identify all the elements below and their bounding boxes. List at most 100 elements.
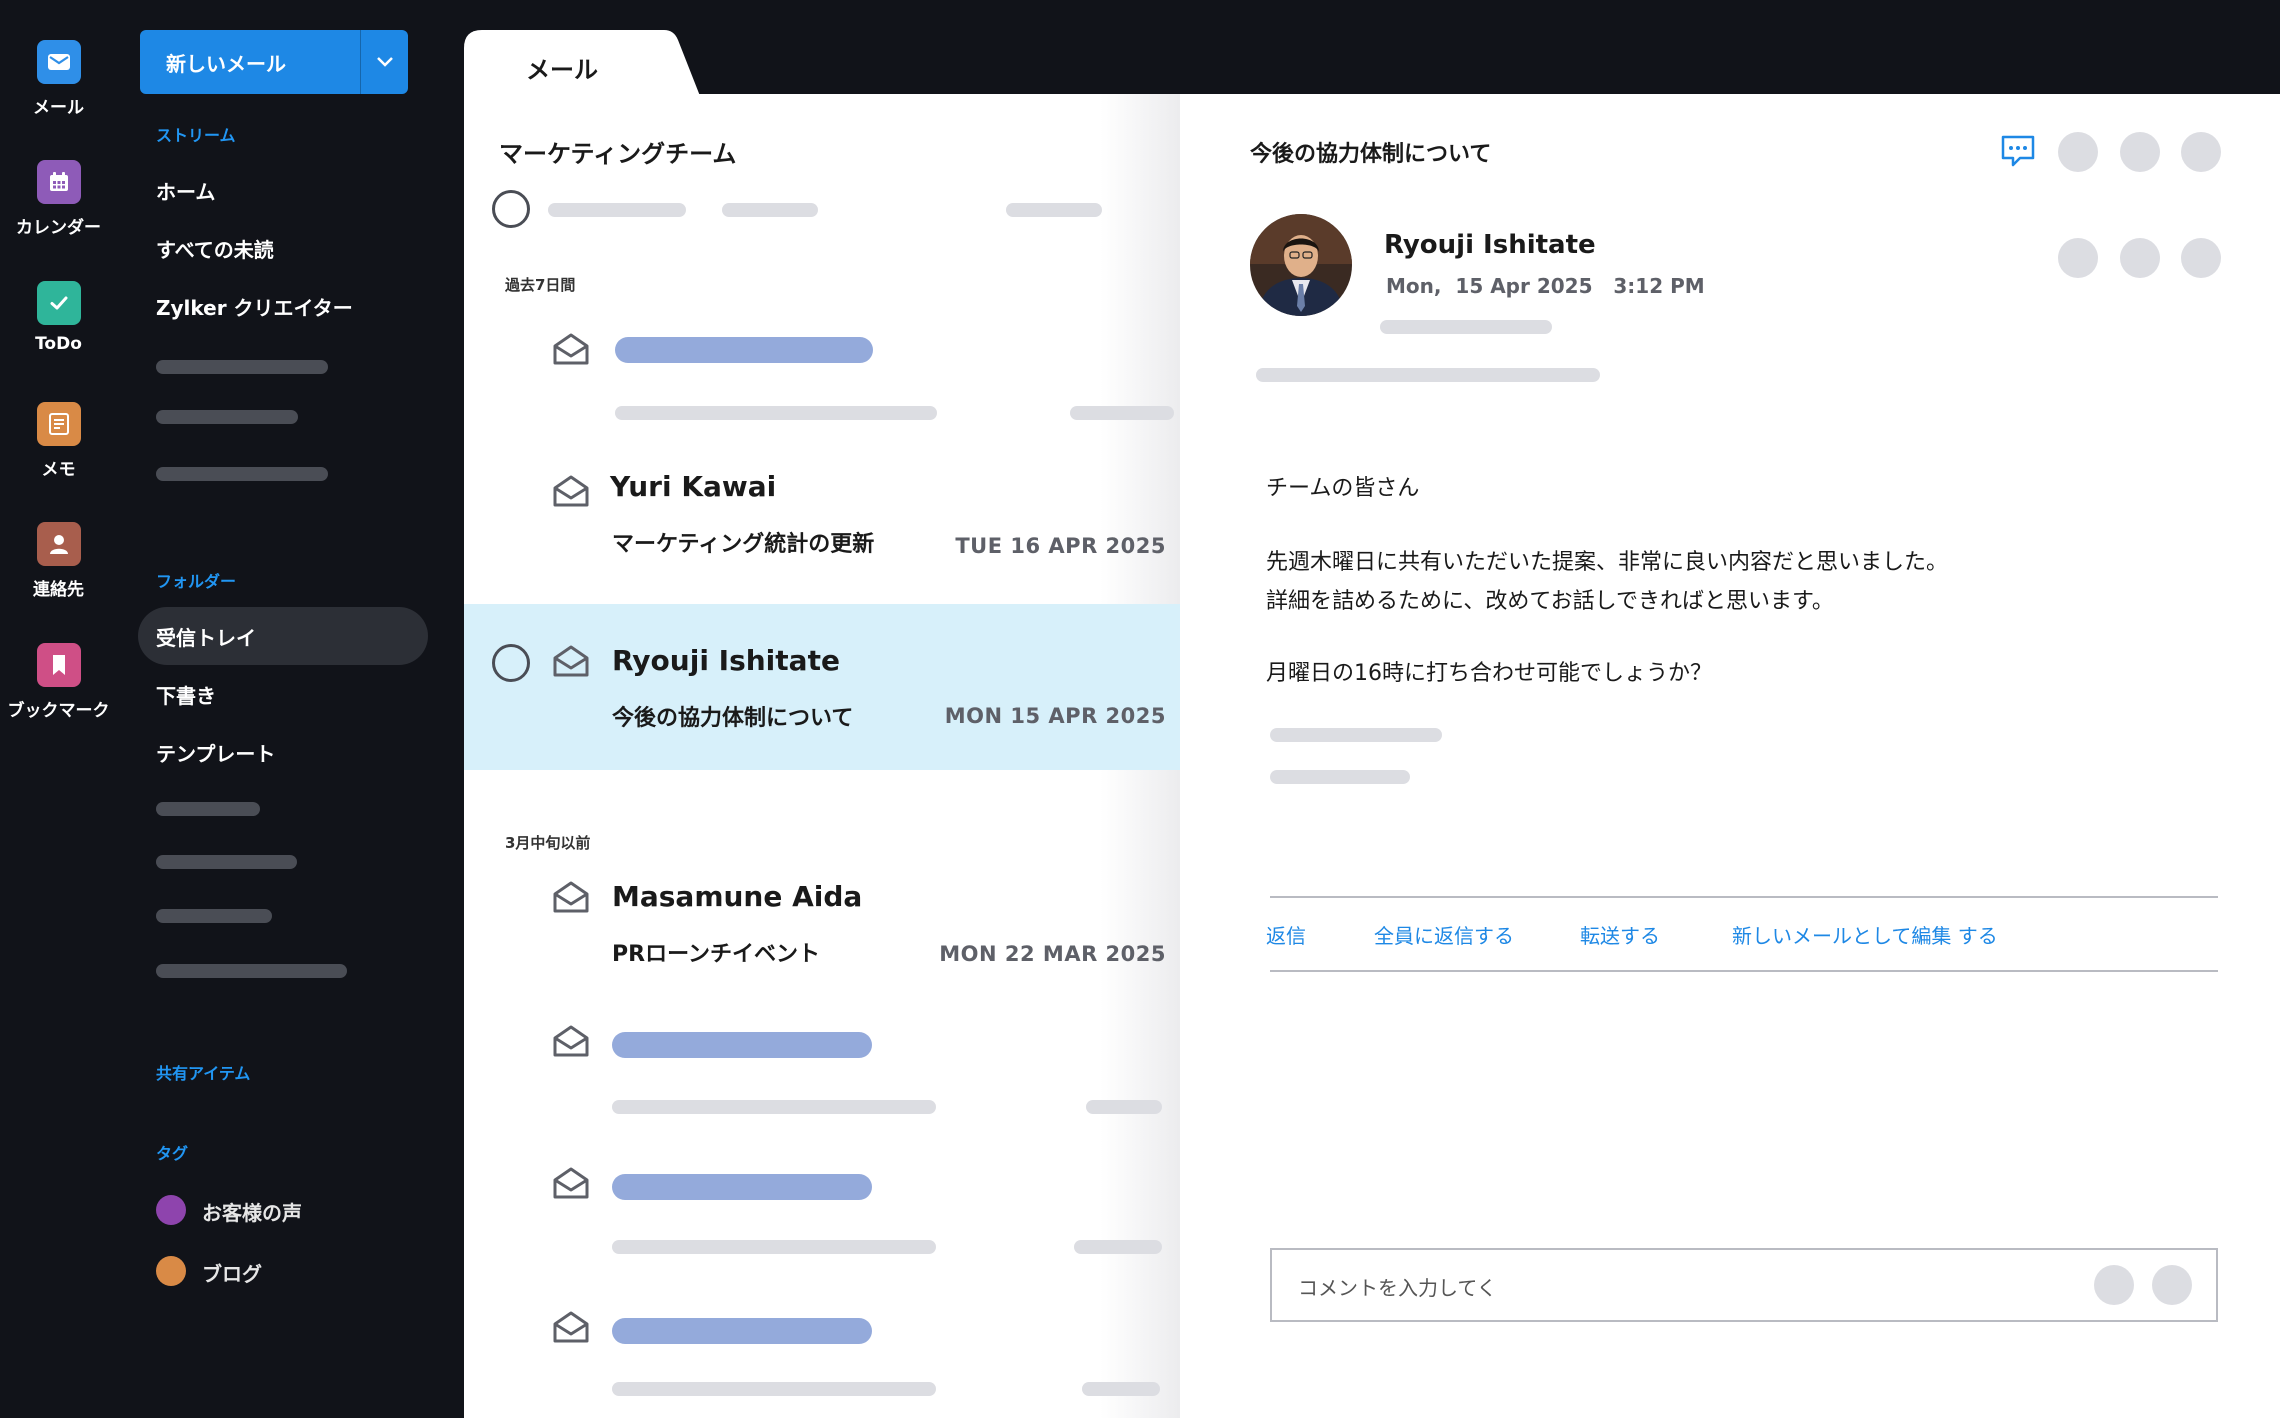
folders-heading: フォルダー [156,572,237,591]
email-body-line: 先週木曜日に共有いただいた提案、非常に良い内容だと思いました。 [1266,550,1949,575]
placeholder-bar [156,467,328,481]
placeholder-bar [1086,1100,1162,1114]
rail-notes-label: メモ [41,460,76,480]
sidebar-item-inbox[interactable]: 受信トレイ [156,622,256,651]
message-subject: 今後の協力体制について [612,706,854,731]
envelope-open-icon [553,1167,589,1199]
calendar-icon [36,160,81,204]
rail-todo[interactable]: ToDo [0,281,117,354]
sidebar-item-drafts[interactable]: 下書き [156,680,216,709]
placeholder-bar [612,1032,872,1058]
shared-items-heading[interactable]: 共有アイテム [156,1060,250,1084]
placeholder-bar [1380,320,1552,334]
mail-icon [36,40,81,84]
toolbar-action-button[interactable] [2120,132,2160,172]
reading-pane: 今後の協力体制について Ryouji Ishitate Mon, 15 Apr … [1180,94,2280,1418]
placeholder-bar [156,360,328,374]
email-body-line: 月曜日の16時に打ち合わせ可能でしょうか？ [1266,661,1712,686]
rail-notes[interactable]: メモ [0,402,117,480]
placeholder-bar [615,406,937,420]
reply-button[interactable]: 返信 [1266,920,1306,949]
envelope-open-icon [553,881,589,913]
email-datetime: Mon, 15 Apr 2025 3:12 PM [1386,274,1705,298]
rail-todo-label: ToDo [35,334,82,354]
email-greeting: チームの皆さん [1266,476,1420,501]
email-subject: 今後の協力体制について [1250,142,1492,167]
placeholder-bar [612,1174,872,1200]
placeholder-bar [1006,203,1102,217]
sender-action-button[interactable] [2058,238,2098,278]
placeholder-bar [612,1382,936,1396]
placeholder-bar [156,855,297,869]
envelope-open-icon [553,1311,589,1343]
message-checkbox[interactable] [492,644,530,682]
note-icon [36,402,81,446]
edit-as-new-button[interactable]: 新しいメールとして編集 する [1732,920,1998,949]
contact-icon [36,522,81,566]
rail-calendar[interactable]: カレンダー [0,160,117,238]
select-all-checkbox[interactable] [492,190,530,228]
comment-input[interactable]: コメントを入力してく [1270,1248,2218,1322]
new-mail-label: 新しいメール [166,51,286,76]
toolbar-action-button[interactable] [2058,132,2098,172]
comment-icon[interactable] [2000,134,2036,168]
placeholder-bar [156,802,260,816]
placeholder-bar [548,203,686,217]
check-icon [36,281,81,325]
tab-mail[interactable]: メール [464,30,704,96]
message-subject: PRローンチイベント [612,942,820,967]
message-date: MON 15 APR 2025 [944,704,1166,728]
placeholder-bar [1082,1382,1160,1396]
message-date: MON 22 MAR 2025 [939,942,1166,966]
tags-heading: タグ [156,1144,189,1163]
placeholder-bar [612,1318,872,1344]
placeholder-bar [1074,1240,1162,1254]
message-date: TUE 16 APR 2025 [955,534,1166,558]
comment-send-button[interactable] [2152,1265,2192,1305]
tab-mail-label: メール [526,56,598,84]
sender-avatar [1250,214,1352,316]
rail-contacts[interactable]: 連絡先 [0,522,117,600]
sender-name: Ryouji Ishitate [1384,230,1596,260]
bookmark-icon [36,643,81,687]
reply-all-button[interactable]: 全員に返信する [1374,920,1514,949]
tag-customer-voice[interactable]: お客様の声 [202,1197,302,1226]
chevron-down-icon [376,57,393,67]
email-body-line: 詳細を詰めるために、改めてお話しできればと思います。 [1266,589,1834,614]
list-title: マーケティングチーム [499,140,737,168]
forward-button[interactable]: 転送する [1580,920,1660,949]
envelope-open-icon [553,475,589,507]
message-subject: マーケティング統計の更新 [612,532,875,557]
sidebar-item-home[interactable]: ホーム [156,176,215,205]
placeholder-bar [722,203,818,217]
tag-blog[interactable]: ブログ [202,1258,262,1287]
sidebar-item-templates[interactable]: テンプレート [156,738,275,767]
placeholder-bar [1070,406,1174,420]
envelope-open-icon [553,333,589,365]
message-sender: Ryouji Ishitate [612,644,840,677]
rail-mail-label: メール [33,98,84,118]
placeholder-bar [1270,728,1442,742]
new-mail-dropdown[interactable] [360,30,408,94]
sender-action-button[interactable] [2181,238,2221,278]
placeholder-bar [156,909,272,923]
toolbar-action-button[interactable] [2181,132,2221,172]
message-sender: Masamune Aida [612,880,863,913]
sender-action-button[interactable] [2120,238,2160,278]
new-mail-button[interactable]: 新しいメール [140,30,408,94]
message-sender: Yuri Kawai [610,470,777,503]
placeholder-bar [612,1100,936,1114]
rail-contacts-label: 連絡先 [33,580,84,600]
list-item-selected[interactable] [464,604,1180,770]
rail-mail[interactable]: メール [0,40,117,118]
sidebar-item-zylker-creator[interactable]: Zylker クリエイター [156,292,353,321]
placeholder-bar [612,1240,936,1254]
comment-placeholder: コメントを入力してく [1298,1276,1497,1300]
stream-heading: ストリーム [156,126,236,145]
reply-actions-bar: 返信 全員に返信する 転送する 新しいメールとして編集 する [1266,896,2218,972]
sidebar-item-all-unread[interactable]: すべての未読 [156,234,274,263]
comment-attach-button[interactable] [2094,1265,2134,1305]
group-label-last-7-days: 過去7日間 [505,276,576,294]
message-list-panel: マーケティングチーム 過去7日間 Yuri Kawai マーケティング統計の更新… [464,94,1180,1418]
rail-bookmarks[interactable]: ブックマーク [0,643,117,721]
